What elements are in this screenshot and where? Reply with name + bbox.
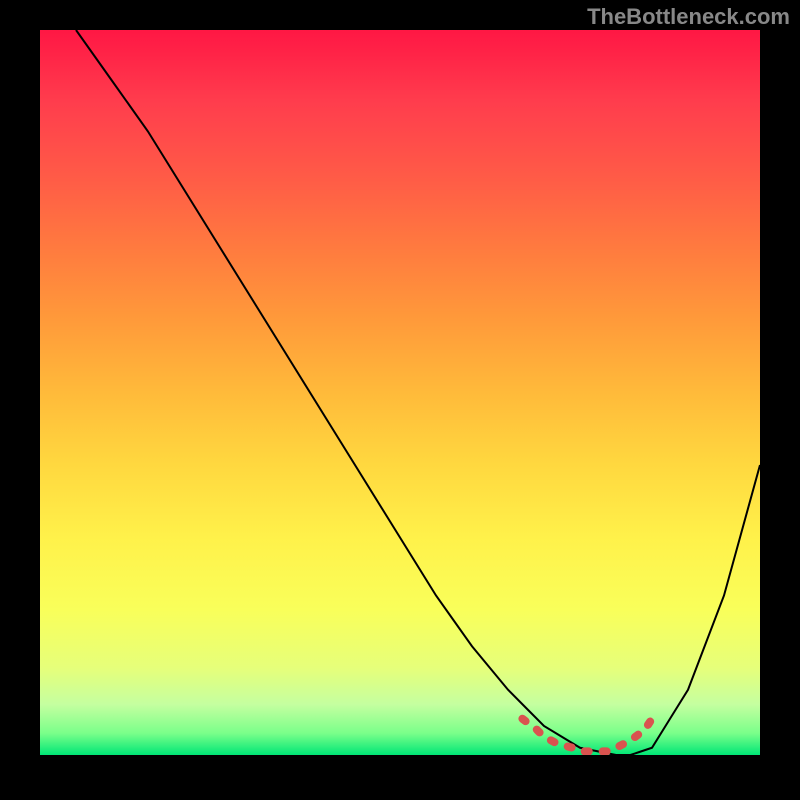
watermark-text: TheBottleneck.com bbox=[587, 4, 790, 30]
plot-area bbox=[40, 30, 760, 755]
chart-svg bbox=[40, 30, 760, 755]
bottleneck-curve-line bbox=[76, 30, 760, 755]
chart-container: TheBottleneck.com bbox=[0, 0, 800, 800]
